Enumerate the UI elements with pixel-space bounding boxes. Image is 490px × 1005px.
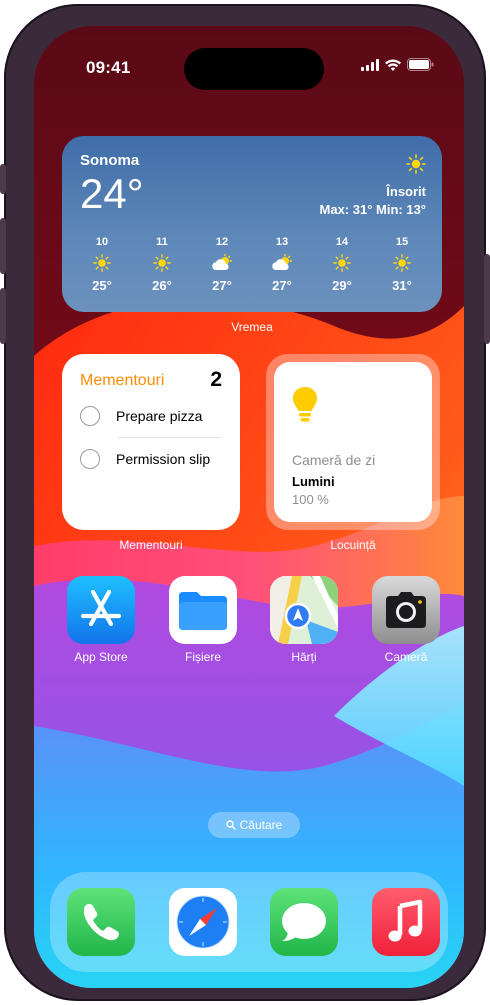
phone-app[interactable] bbox=[67, 888, 135, 956]
reminder-text: Permission slip bbox=[116, 451, 211, 467]
app-store-label: App Store bbox=[74, 650, 128, 664]
search-icon bbox=[225, 820, 236, 830]
music-app[interactable] bbox=[372, 888, 440, 956]
reminders-title: Mementouri bbox=[80, 372, 165, 389]
forecast-temp: 31° bbox=[392, 278, 412, 293]
home-screen: 09:41 Sonoma 24° Însorit Max: 31° Min: 1… bbox=[34, 26, 464, 988]
reminders-widget-label: Mementouri bbox=[119, 538, 183, 552]
phone-icon bbox=[83, 904, 119, 941]
dynamic-island bbox=[184, 48, 324, 90]
camera-app[interactable] bbox=[372, 576, 440, 644]
sun-icon bbox=[406, 154, 426, 174]
home-room: Cameră de zi bbox=[292, 452, 376, 468]
reminder-item[interactable]: Permission slip bbox=[80, 449, 210, 469]
search-label: Căutare bbox=[239, 818, 283, 832]
sun-icon bbox=[333, 254, 351, 272]
forecast-hour: 12 27° bbox=[194, 236, 250, 293]
status-time: 09:41 bbox=[86, 58, 131, 77]
home-accessory-value: 100 % bbox=[292, 492, 329, 507]
home-widget-label: Locuință bbox=[330, 538, 376, 552]
forecast-hour-label: 15 bbox=[395, 236, 409, 248]
weather-condition: Însorit bbox=[386, 184, 426, 199]
files-app[interactable] bbox=[169, 576, 237, 644]
forecast-hour: 14 29° bbox=[314, 236, 370, 293]
maps-label: Hărți bbox=[291, 650, 317, 664]
weather-widget-label: Vremea bbox=[231, 320, 273, 334]
forecast-hour: 11 26° bbox=[134, 236, 190, 293]
reminders-widget[interactable]: Mementouri 2 Prepare pizza Permission sl… bbox=[62, 354, 240, 530]
sun-icon bbox=[393, 254, 411, 272]
forecast-hour: 15 31° bbox=[374, 236, 430, 293]
forecast-hour-label: 14 bbox=[335, 236, 349, 248]
power-button bbox=[484, 254, 490, 344]
status-icons bbox=[361, 58, 434, 71]
weather-range: Max: 31° Min: 13° bbox=[319, 202, 426, 217]
search-button[interactable]: Căutare bbox=[208, 812, 300, 838]
weather-hourly-forecast: 10 25° 11 26° 12 27° 13 27° 14 29° 15 31… bbox=[74, 236, 430, 293]
forecast-hour-label: 12 bbox=[215, 236, 229, 248]
partly-cloudy-icon bbox=[212, 254, 233, 270]
music-icon bbox=[388, 899, 423, 942]
forecast-temp: 29° bbox=[332, 278, 352, 293]
app-store-app[interactable] bbox=[67, 576, 135, 644]
maps-app[interactable] bbox=[270, 576, 338, 644]
reminder-checkbox[interactable] bbox=[80, 449, 100, 469]
partly-cloudy-icon bbox=[272, 254, 293, 270]
reminder-text: Prepare pizza bbox=[116, 408, 203, 424]
wifi-icon bbox=[385, 59, 401, 71]
messages-icon bbox=[282, 903, 326, 941]
home-accessory: Lumini bbox=[292, 474, 335, 489]
forecast-temp: 25° bbox=[92, 278, 112, 293]
weather-city: Sonoma bbox=[80, 152, 140, 169]
divider bbox=[118, 437, 222, 438]
camera-label: Cameră bbox=[384, 650, 428, 664]
home-accessory-tile[interactable]: Cameră de zi Lumini 100 % bbox=[274, 362, 432, 522]
forecast-hour-label: 10 bbox=[95, 236, 109, 248]
action-button bbox=[0, 164, 6, 194]
lightbulb-icon bbox=[293, 387, 317, 422]
reminder-item[interactable]: Prepare pizza bbox=[80, 406, 202, 426]
weather-widget[interactable]: Sonoma 24° Însorit Max: 31° Min: 13° 10 … bbox=[62, 136, 442, 312]
messages-app[interactable] bbox=[270, 888, 338, 956]
files-label: Fișiere bbox=[184, 650, 221, 664]
forecast-temp: 27° bbox=[212, 278, 232, 293]
forecast-hour: 10 25° bbox=[74, 236, 130, 293]
files-icon bbox=[179, 592, 227, 630]
status-bar: 09:41 bbox=[34, 26, 464, 90]
forecast-temp: 26° bbox=[152, 278, 172, 293]
forecast-hour-label: 11 bbox=[156, 236, 168, 248]
phone-frame: 09:41 Sonoma 24° Însorit Max: 31° Min: 1… bbox=[0, 4, 490, 1001]
forecast-temp: 27° bbox=[272, 278, 292, 293]
sun-icon bbox=[93, 254, 111, 272]
sun-icon bbox=[153, 254, 171, 272]
reminders-count: 2 bbox=[210, 368, 222, 391]
forecast-hour: 13 27° bbox=[254, 236, 310, 293]
forecast-hour-label: 13 bbox=[275, 236, 289, 248]
camera-icon bbox=[386, 592, 426, 628]
weather-temperature: 24° bbox=[80, 170, 144, 217]
cellular-signal-icon bbox=[361, 58, 379, 71]
maps-icon bbox=[270, 576, 338, 644]
home-widget[interactable]: Cameră de zi Lumini 100 % bbox=[266, 354, 440, 530]
battery-icon bbox=[407, 58, 434, 71]
volume-up-button bbox=[0, 218, 6, 274]
volume-down-button bbox=[0, 288, 6, 344]
safari-app[interactable] bbox=[169, 888, 237, 956]
reminder-checkbox[interactable] bbox=[80, 406, 100, 426]
app-store-icon bbox=[80, 589, 122, 627]
safari-icon bbox=[176, 895, 230, 949]
